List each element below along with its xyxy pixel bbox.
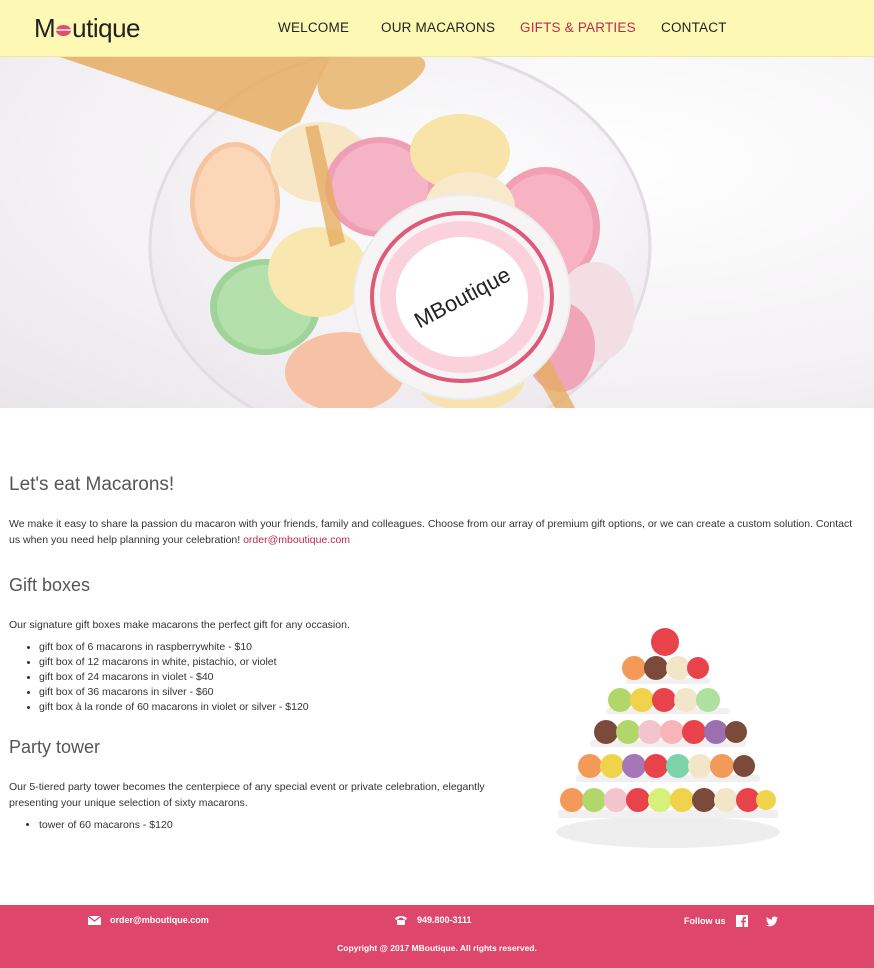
list-item: tower of 60 macarons - $120 [39, 818, 173, 833]
list-item: gift box of 12 macarons in white, pistac… [39, 655, 309, 670]
copyright-text: Copyright @ 2017 MBoutique. All rights r… [337, 943, 537, 953]
footer-phone-text: 949.800-3111 [417, 915, 472, 925]
macaron-box-photo: MBoutique [60, 57, 652, 408]
social-links [735, 915, 787, 927]
hero-image: MBoutique [0, 57, 874, 408]
facebook-icon[interactable] [735, 915, 748, 927]
party-tower-list: tower of 60 macarons - $120 [39, 818, 173, 833]
mail-icon [88, 915, 101, 925]
nav-welcome[interactable]: WELCOME [278, 20, 349, 35]
macaron-tower-image [548, 620, 808, 860]
intro-paragraph: We make it easy to share la passion du m… [9, 516, 857, 548]
follow-us-label: Follow us [684, 916, 726, 926]
footer-phone[interactable]: 949.800-3111 [394, 915, 472, 925]
gift-box-list: gift box of 6 macarons in raspberrywhite… [39, 640, 309, 715]
party-tower-heading: Party tower [9, 737, 101, 757]
list-item: gift box of 6 macarons in raspberrywhite… [39, 640, 309, 655]
list-item: gift box of 36 macarons in silver - $60 [39, 685, 309, 700]
nav-contact[interactable]: CONTACT [661, 20, 727, 35]
list-item: gift box of 24 macarons in violet - $40 [39, 670, 309, 685]
footer-email[interactable]: order@mboutique.com [88, 915, 209, 925]
site-header: Mutique WELCOME OUR MACARONS GIFTS & PAR… [0, 0, 874, 57]
party-tower-description: Our 5-tiered party tower becomes the cen… [9, 781, 485, 809]
site-footer: order@mboutique.com 949.800-3111 Follow … [0, 905, 874, 968]
twitter-icon[interactable] [765, 916, 778, 927]
intro-email-link[interactable]: order@mboutique.com [243, 534, 350, 546]
intro-text: We make it easy to share la passion du m… [9, 518, 853, 546]
nav-our-macarons[interactable]: OUR MACARONS [381, 20, 495, 35]
nav-gifts-parties[interactable]: GIFTS & PARTIES [520, 20, 636, 35]
main-nav: WELCOME OUR MACARONS GIFTS & PARTIES CON… [0, 20, 874, 40]
footer-follow: Follow us [684, 915, 787, 927]
page-title: Let's eat Macarons! [9, 474, 175, 495]
phone-icon [395, 916, 407, 925]
footer-email-text: order@mboutique.com [110, 915, 209, 925]
gift-boxes-heading: Gift boxes [9, 575, 91, 595]
gift-boxes-description: Our signature gift boxes make macarons t… [9, 619, 350, 631]
list-item: gift box à la ronde of 60 macarons in vi… [39, 700, 309, 715]
